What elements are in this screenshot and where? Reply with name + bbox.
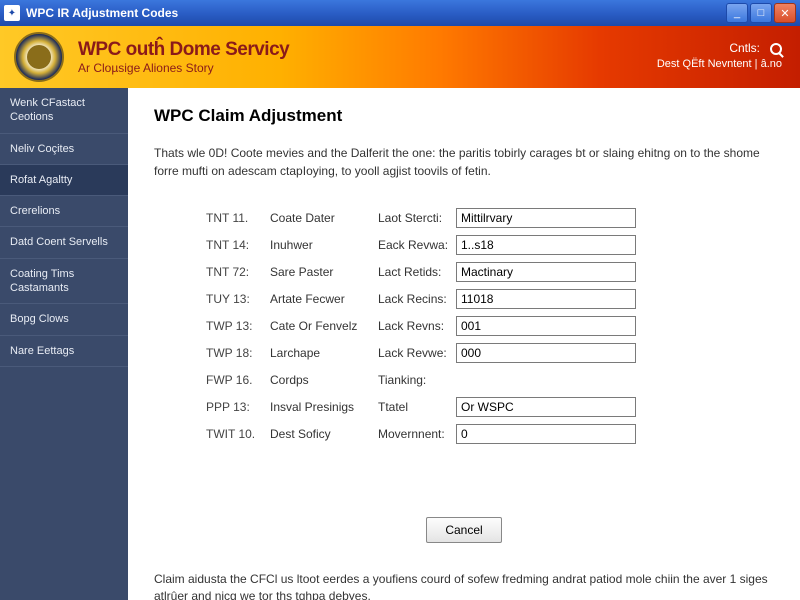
form-row-1: TNT 14:InuhwerEack Revwa: xyxy=(206,231,774,258)
row-input-7[interactable] xyxy=(456,397,636,417)
row-label: Movernnent: xyxy=(378,427,456,441)
row-input-wrap xyxy=(456,316,636,336)
row-desc: Cordps xyxy=(270,373,378,387)
row-input-wrap xyxy=(456,397,636,417)
row-code: TNT 14: xyxy=(206,238,270,252)
form-row-7: PPP 13:Insval PresinigsTtatel xyxy=(206,393,774,420)
form-row-3: TUY 13:Artate FecwerLack Recins: xyxy=(206,285,774,312)
close-button[interactable]: ✕ xyxy=(774,3,796,23)
row-desc: Artate Fecwer xyxy=(270,292,378,306)
button-row: Cancel xyxy=(154,517,774,543)
row-code: TWIT 10. xyxy=(206,427,270,441)
form-row-4: TWP 13:Cate Or FenvelzLack Revns: xyxy=(206,312,774,339)
search-icon[interactable] xyxy=(770,43,782,55)
footer-text: Claim aidusta the CFCl us ltoot eerdes a… xyxy=(154,571,774,600)
row-desc: Larchape xyxy=(270,346,378,360)
sidebar: Wenk CFastact Ceotions Neliv Coçites Rof… xyxy=(0,88,128,600)
sidebar-item-4[interactable]: Datd Coent Servells xyxy=(0,227,128,258)
intro-text: Thats wle 0D! Coote mevies and the Dalfe… xyxy=(154,144,774,180)
row-input-wrap xyxy=(456,208,636,228)
row-label: Lact Retids: xyxy=(378,265,456,279)
form-rows: TNT 11.Coate DaterLaot Stercti:TNT 14:In… xyxy=(206,204,774,447)
row-input-0[interactable] xyxy=(456,208,636,228)
minimize-button[interactable]: _ xyxy=(726,3,748,23)
sidebar-item-0[interactable]: Wenk CFastact Ceotions xyxy=(0,88,128,134)
window-controls: _ □ ✕ xyxy=(726,3,796,23)
row-label: Eack Revwa: xyxy=(378,238,456,252)
form-row-2: TNT 72:Sare PasterLact Retids: xyxy=(206,258,774,285)
header-subtitle: Ar Cloµsige Aliones Story xyxy=(78,61,289,75)
row-input-4[interactable] xyxy=(456,316,636,336)
page-title: WPC Claim Adjustment xyxy=(154,106,774,126)
main-content: WPC Claim Adjustment Thats wle 0D! Coote… xyxy=(128,88,800,600)
row-input-wrap xyxy=(456,424,636,444)
row-desc: Sare Paster xyxy=(270,265,378,279)
maximize-button[interactable]: □ xyxy=(750,3,772,23)
form-row-8: TWIT 10.Dest SoficyMovernnent: xyxy=(206,420,774,447)
app-header: WPC outĥ Dome Servicy Ar Cloµsige Alione… xyxy=(0,26,800,88)
form-row-5: TWP 18:LarchapeLack Revwe: xyxy=(206,339,774,366)
cancel-button[interactable]: Cancel xyxy=(426,517,501,543)
form-row-0: TNT 11.Coate DaterLaot Stercti: xyxy=(206,204,774,231)
row-code: FWP 16. xyxy=(206,373,270,387)
app-icon: ✦ xyxy=(4,5,20,21)
header-right-line2: Dest QËft Nevntent | â.no xyxy=(657,57,782,72)
form-row-6: FWP 16.CordpsTianking: xyxy=(206,366,774,393)
row-label: Lack Revns: xyxy=(378,319,456,333)
row-label: Laot Stercti: xyxy=(378,211,456,225)
sidebar-item-2[interactable]: Rofat Agaltty xyxy=(0,165,128,196)
agency-seal-icon xyxy=(14,32,64,82)
row-input-wrap xyxy=(456,262,636,282)
sidebar-item-7[interactable]: Nare Eettags xyxy=(0,336,128,367)
row-desc: Insval Presinigs xyxy=(270,400,378,414)
row-input-8[interactable] xyxy=(456,424,636,444)
row-label: Tianking: xyxy=(378,373,456,387)
row-desc: Dest Soficy xyxy=(270,427,378,441)
row-desc: Cate Or Fenvelz xyxy=(270,319,378,333)
header-right: Cntls: Dest QËft Nevntent | â.no xyxy=(657,40,782,72)
window-title: WPC IR Adjustment Codes xyxy=(26,6,726,20)
row-code: TNT 11. xyxy=(206,211,270,225)
row-input-wrap xyxy=(456,343,636,363)
sidebar-item-5[interactable]: Coating Tims Castamants xyxy=(0,259,128,305)
sidebar-item-3[interactable]: Crerelions xyxy=(0,196,128,227)
header-cntls-label: Cntls: xyxy=(729,41,760,55)
row-label: Lack Recins: xyxy=(378,292,456,306)
row-label: Ttatel xyxy=(378,400,456,414)
header-text: WPC outĥ Dome Servicy Ar Cloµsige Alione… xyxy=(78,39,289,75)
row-desc: Inuhwer xyxy=(270,238,378,252)
sidebar-item-6[interactable]: Bopg Clows xyxy=(0,304,128,335)
row-code: TWP 13: xyxy=(206,319,270,333)
row-code: TUY 13: xyxy=(206,292,270,306)
row-label: Lack Revwe: xyxy=(378,346,456,360)
row-input-1[interactable] xyxy=(456,235,636,255)
row-input-wrap xyxy=(456,235,636,255)
row-input-3[interactable] xyxy=(456,289,636,309)
row-desc: Coate Dater xyxy=(270,211,378,225)
header-title: WPC outĥ Dome Servicy xyxy=(78,39,289,61)
row-input-2[interactable] xyxy=(456,262,636,282)
window-titlebar: ✦ WPC IR Adjustment Codes _ □ ✕ xyxy=(0,0,800,26)
row-code: TWP 18: xyxy=(206,346,270,360)
row-code: TNT 72: xyxy=(206,265,270,279)
row-code: PPP 13: xyxy=(206,400,270,414)
row-input-wrap xyxy=(456,289,636,309)
sidebar-item-1[interactable]: Neliv Coçites xyxy=(0,134,128,165)
row-input-5[interactable] xyxy=(456,343,636,363)
